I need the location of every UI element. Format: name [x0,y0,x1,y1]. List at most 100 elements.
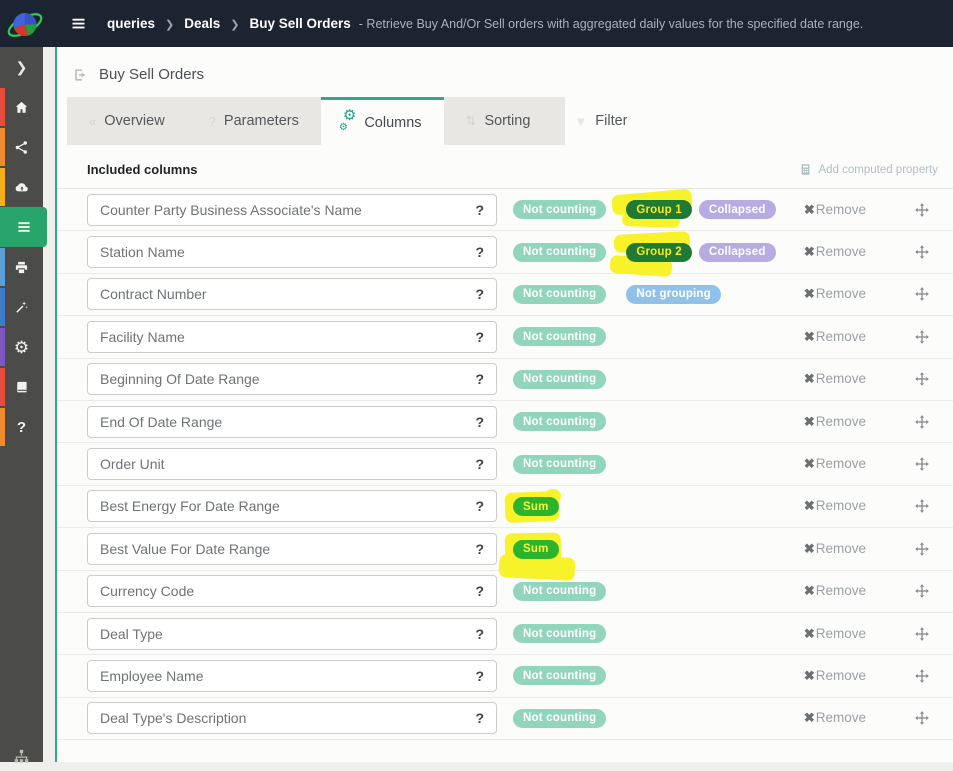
tab-overview[interactable]: « Overview [67,97,187,145]
badge-sum[interactable]: Sum [513,497,559,516]
help-button[interactable]: ? [475,286,484,302]
included-columns-list: Counter Party Business Associate's Name … [57,188,953,740]
menu-icon[interactable] [70,15,87,32]
move-handle-icon[interactable] [914,329,930,345]
badge-collapsed[interactable]: Collapsed [699,200,776,219]
remove-button[interactable]: ✖Remove [804,498,866,514]
column-row: Contract Number ? Not counting Not groupi… [57,274,953,316]
app-logo-icon[interactable] [4,4,46,44]
help-button[interactable]: ? [475,329,484,345]
badge-list: Not counting [513,666,619,685]
help-button[interactable]: ? [475,626,484,642]
move-handle-icon[interactable] [914,414,930,430]
tab-columns[interactable]: ⚙⚙ Columns [321,97,444,145]
column-field[interactable]: Deal Type ? [87,618,497,650]
column-field[interactable]: End Of Date Range ? [87,406,497,438]
badge-not-counting[interactable]: Not counting [513,582,606,601]
badge-not-counting[interactable]: Not counting [513,666,606,685]
badge-not-counting[interactable]: Not counting [513,243,606,262]
move-handle-icon[interactable] [914,244,930,260]
breadcrumb-queries[interactable]: queries [107,16,155,31]
tab-filter[interactable]: ▼ Filter [552,97,649,145]
move-handle-icon[interactable] [914,498,930,514]
badge-not-counting[interactable]: Not counting [513,709,606,728]
help-button[interactable]: ? [475,456,484,472]
remove-button[interactable]: ✖Remove [804,583,866,599]
badge-not-counting[interactable]: Not counting [513,455,606,474]
remove-button[interactable]: ✖Remove [804,710,866,726]
badge-not-counting[interactable]: Not counting [513,285,606,304]
badge-group[interactable]: Group 2 [626,243,692,262]
move-handle-icon[interactable] [914,583,930,599]
help-button[interactable]: ? [475,710,484,726]
help-button[interactable]: ? [475,583,484,599]
column-field[interactable]: Currency Code ? [87,575,497,607]
remove-button[interactable]: ✖Remove [804,329,866,345]
badge-not-counting[interactable]: Not counting [513,370,606,389]
remove-button[interactable]: ✖Remove [804,541,866,557]
badge-group[interactable]: Group 1 [626,200,692,219]
help-button[interactable]: ? [475,541,484,557]
add-computed-property-button[interactable]: Add computed property [799,163,938,176]
badge-not-counting[interactable]: Not counting [513,327,606,346]
tab-parameters[interactable]: ? Parameters [187,97,321,145]
sidebar-item-share[interactable] [0,127,43,167]
filter-icon: ▼ [574,114,587,129]
highlight-marker: Group 1 [626,200,692,220]
sidebar-item-book[interactable] [0,367,43,407]
sidebar-item-magic-wand[interactable] [0,287,43,327]
breadcrumb-deals[interactable]: Deals [184,16,220,31]
remove-label: Remove [816,541,866,556]
remove-button[interactable]: ✖Remove [804,456,866,472]
help-button[interactable]: ? [475,668,484,684]
column-field[interactable]: Beginning Of Date Range ? [87,363,497,395]
sidebar-item-home[interactable] [0,87,43,127]
remove-button[interactable]: ✖Remove [804,244,866,260]
column-field[interactable]: Deal Type's Description ? [87,702,497,734]
remove-button[interactable]: ✖Remove [804,371,866,387]
sidebar-item-gear[interactable]: ⚙ [0,327,43,367]
move-handle-icon[interactable] [914,371,930,387]
column-field[interactable]: Station Name ? [87,236,497,268]
move-handle-icon[interactable] [914,668,930,684]
breadcrumb-current[interactable]: Buy Sell Orders [250,16,351,31]
help-button[interactable]: ? [475,498,484,514]
column-field[interactable]: Counter Party Business Associate's Name … [87,194,497,226]
tab-sorting[interactable]: ⇅ Sorting [444,97,553,145]
sidebar-item-cloud-upload[interactable] [0,167,43,207]
remove-button[interactable]: ✖Remove [804,668,866,684]
column-field[interactable]: Facility Name ? [87,321,497,353]
help-button[interactable]: ? [475,414,484,430]
remove-button[interactable]: ✖Remove [804,626,866,642]
badge-sum[interactable]: Sum [513,540,559,559]
remove-button[interactable]: ✖Remove [804,286,866,302]
sitemap-icon[interactable] [0,749,43,771]
badge-list: Not counting Group 2 Collapsed [513,242,776,262]
column-field[interactable]: Employee Name ? [87,660,497,692]
sidebar-item-list[interactable] [0,207,47,247]
sidebar-item-question[interactable]: ? [0,407,43,447]
help-button[interactable]: ? [475,202,484,218]
badge-not-counting[interactable]: Not counting [513,412,606,431]
help-button[interactable]: ? [475,244,484,260]
column-field[interactable]: Best Energy For Date Range ? [87,490,497,522]
badge-not-counting[interactable]: Not counting [513,624,606,643]
badge-not-counting[interactable]: Not counting [513,200,606,219]
sidebar-item-print[interactable] [0,247,43,287]
move-handle-icon[interactable] [914,626,930,642]
remove-button[interactable]: ✖Remove [804,414,866,430]
badge-not-grouping[interactable]: Not grouping [626,285,721,304]
column-field[interactable]: Best Value For Date Range ? [87,533,497,565]
column-field[interactable]: Contract Number ? [87,278,497,310]
sidebar-item-chevron-right[interactable]: ❯ [0,47,43,87]
page-title: Buy Sell Orders [99,66,204,83]
column-field[interactable]: Order Unit ? [87,448,497,480]
move-handle-icon[interactable] [914,541,930,557]
move-handle-icon[interactable] [914,202,930,218]
move-handle-icon[interactable] [914,456,930,472]
move-handle-icon[interactable] [914,286,930,302]
move-handle-icon[interactable] [914,710,930,726]
remove-button[interactable]: ✖Remove [804,202,866,218]
badge-collapsed[interactable]: Collapsed [699,243,776,262]
help-button[interactable]: ? [475,371,484,387]
